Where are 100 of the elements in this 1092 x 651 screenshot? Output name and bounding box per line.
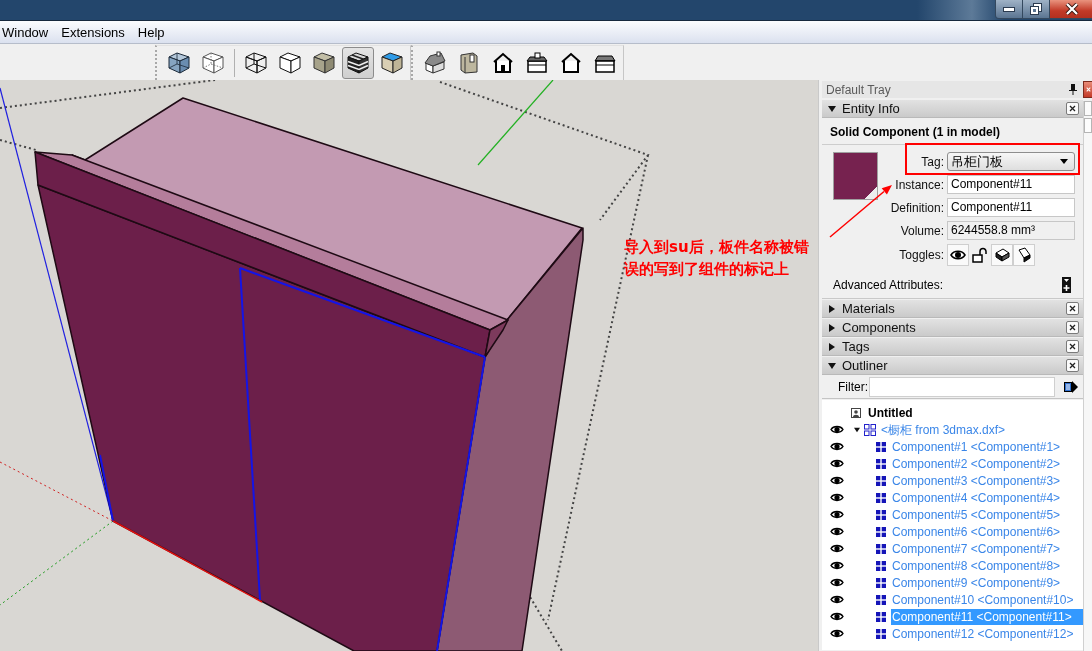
wireframe-cube-icon <box>244 51 268 75</box>
tree-item[interactable]: Component#10 <Component#10> <box>891 591 1075 608</box>
close-icon <box>1069 324 1076 331</box>
material-swatch[interactable] <box>833 152 878 200</box>
flat-box-icon <box>994 247 1010 263</box>
component-icon <box>876 543 886 554</box>
document-arrow-icon[interactable] <box>1064 379 1078 394</box>
panel-toggle[interactable]: Materials <box>828 301 895 316</box>
annotation-arrow <box>829 185 892 238</box>
translucent-cube-icon <box>167 51 191 75</box>
field-label: Definition: <box>889 200 944 215</box>
tree-item[interactable]: Component#2 <Component#2> <box>891 455 1062 472</box>
eye-icon[interactable] <box>829 510 844 519</box>
house-icon <box>491 51 515 75</box>
component-icon <box>876 475 886 486</box>
close-icon <box>1069 362 1076 369</box>
box-icon <box>457 51 481 75</box>
plus-icon[interactable] <box>1062 277 1071 293</box>
close-button[interactable] <box>1066 302 1079 315</box>
eye-icon[interactable] <box>829 595 844 604</box>
tree-item[interactable]: Component#6 <Component#6> <box>891 523 1062 540</box>
menu-item[interactable]: Extensions <box>61 24 125 40</box>
scrollbar-thumb[interactable] <box>1084 118 1092 133</box>
eye-icon[interactable] <box>829 578 844 587</box>
tree-item[interactable]: Component#1 <Component#1> <box>891 438 1062 455</box>
close-icon <box>1069 305 1076 312</box>
eye-icon[interactable] <box>829 612 844 621</box>
panel-toggle[interactable]: Outliner <box>828 358 888 373</box>
eye-icon[interactable] <box>829 442 844 451</box>
field-label: Tag: <box>920 154 944 169</box>
text-field[interactable]: Component#11 <box>947 175 1075 194</box>
house-icon <box>423 51 447 75</box>
filter-label: Filter: <box>838 379 869 394</box>
eye-icon[interactable] <box>829 527 844 536</box>
panel-toggle[interactable]: Entity Info <box>828 101 900 116</box>
filter-field[interactable] <box>869 376 1055 397</box>
component-icon <box>876 611 886 622</box>
tray-title: Default Tray <box>826 82 891 97</box>
tree-item[interactable]: Component#4 <Component#4> <box>891 489 1062 506</box>
close-button[interactable] <box>1066 359 1079 372</box>
caret-icon <box>1060 159 1068 164</box>
field-label: Toggles: <box>898 248 944 262</box>
group-icon <box>864 423 876 436</box>
close-icon <box>1069 343 1076 350</box>
tree-item[interactable]: Component#8 <Component#8> <box>891 557 1062 574</box>
tree-item[interactable]: Component#11 <Component#11> <box>891 608 1083 625</box>
toggle-button[interactable] <box>991 244 1013 266</box>
panel-toggle[interactable]: Tags <box>828 339 870 354</box>
tree-item[interactable]: Component#3 <Component#3> <box>891 472 1062 489</box>
eye-icon[interactable] <box>829 493 844 502</box>
tilted-block-icon <box>1016 247 1032 263</box>
disclosure-triangle-icon[interactable] <box>853 426 860 433</box>
close-button[interactable] <box>1066 102 1079 115</box>
close-button[interactable] <box>1066 321 1079 334</box>
eye-icon[interactable] <box>829 629 844 638</box>
tree-item[interactable]: Component#5 <Component#5> <box>891 506 1062 523</box>
tree-item[interactable]: <橱柜 from 3dmax.dxf> <box>880 421 1007 438</box>
tree-item[interactable]: Untitled <box>867 404 914 421</box>
field-label: Volume: <box>899 223 944 238</box>
component-icon <box>876 458 886 469</box>
pin-icon[interactable] <box>1069 84 1077 95</box>
eye-icon[interactable] <box>829 561 844 570</box>
close-icon <box>1069 105 1076 112</box>
tree-item[interactable]: Component#7 <Component#7> <box>891 540 1062 557</box>
minimize-button[interactable] <box>996 0 1023 18</box>
close-icon <box>1085 87 1091 92</box>
component-icon <box>876 492 886 503</box>
eye-icon[interactable] <box>829 476 844 485</box>
close-button[interactable] <box>1050 0 1092 18</box>
readonly-field: 6244558.8 mm³ <box>947 221 1075 240</box>
portrait-icon <box>851 407 861 418</box>
toolbar-button[interactable] <box>342 47 374 79</box>
minimize-icon <box>1003 6 1015 12</box>
two-tone-cube-icon <box>380 51 404 75</box>
component-icon <box>876 628 886 639</box>
shaded-cube-icon <box>312 51 336 75</box>
menu-item[interactable]: Window <box>2 24 49 40</box>
restore-icon <box>1030 3 1042 15</box>
text-field[interactable]: Component#11 <box>947 198 1075 217</box>
striped-cube-icon <box>346 51 370 75</box>
tag-dropdown[interactable]: 吊柜门板 <box>947 152 1075 171</box>
eye-icon[interactable] <box>829 544 844 553</box>
house-icon <box>559 51 583 75</box>
toggle-button[interactable] <box>1013 244 1035 266</box>
house-icon <box>525 51 549 75</box>
menu-item[interactable]: Help <box>137 24 165 40</box>
toggle-button[interactable] <box>947 244 969 266</box>
restore-button[interactable] <box>1023 0 1050 18</box>
panel-toggle[interactable]: Components <box>828 320 916 335</box>
eye-icon[interactable] <box>829 459 844 468</box>
close-button[interactable] <box>1066 340 1079 353</box>
close-button[interactable] <box>1083 81 1092 98</box>
advanced-attributes-label: Advanced Attributes: <box>833 278 944 292</box>
eye-icon[interactable] <box>829 425 844 434</box>
tree-item[interactable]: Component#12 <Component#12> <box>891 625 1075 642</box>
tree-item[interactable]: Component#9 <Component#9> <box>891 574 1062 591</box>
component-icon <box>876 594 886 605</box>
component-icon <box>876 577 886 588</box>
annotation-text: 导入到su后，板件名称被错误的写到了组件的标记上 <box>624 237 810 280</box>
component-icon <box>876 560 886 571</box>
